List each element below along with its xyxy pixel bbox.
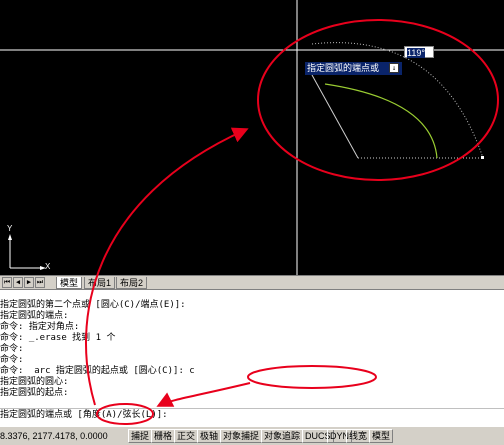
next-tab-button[interactable]: ▶ <box>24 277 34 288</box>
ortho-button[interactable]: 正交 <box>174 429 199 443</box>
otrack-button[interactable]: 对象追踪 <box>261 429 304 443</box>
ucs-x-label: X <box>45 262 51 271</box>
prev-tab-button[interactable]: ◀ <box>13 277 23 288</box>
history-line: 命令: <box>0 355 24 365</box>
model-button[interactable]: 模型 <box>369 429 394 443</box>
history-line: 命令: _.erase 找到 1 个 <box>0 333 116 343</box>
history-line: 指定圆弧的第二个点或 [圆心(C)/端点(E)]: <box>0 300 186 310</box>
dynamic-input-options-icon[interactable]: ↓ <box>389 63 399 73</box>
history-line: 指定圆弧的起点: <box>0 388 69 398</box>
tab-layout2[interactable]: 布局2 <box>116 277 148 289</box>
grid-button[interactable]: 栅格 <box>151 429 176 443</box>
command-window[interactable]: 指定圆弧的第二个点或 [圆心(C)/端点(E)]: 指定圆弧的端点: 命令: 指… <box>0 289 504 427</box>
snap-button[interactable]: 捕捉 <box>128 429 153 443</box>
angle-input[interactable]: 119° <box>404 46 434 58</box>
tab-layout1[interactable]: 布局1 <box>84 277 116 289</box>
polar-button[interactable]: 极轴 <box>197 429 222 443</box>
preview-arc <box>324 83 438 159</box>
command-prompt[interactable]: 指定圆弧的端点或 [角度(A)/弦长(L)]: <box>0 410 168 421</box>
angle-input-value[interactable]: 119° <box>407 48 425 58</box>
drawing-canvas[interactable]: 指定圆弧的端点或 ↓ 119° Y X <box>0 0 504 275</box>
coordinate-readout[interactable]: 8.3376, 2177.4178, 0.0000 <box>0 429 108 443</box>
end-point-marker <box>481 156 484 159</box>
tab-model[interactable]: 模型 <box>56 277 83 289</box>
ucs-y-arrow <box>8 234 12 240</box>
lineweight-button[interactable]: 线宽 <box>346 429 371 443</box>
history-line: 命令: <box>0 344 24 354</box>
layout-tab-bar: ⏮ ◀ ▶ ⏭ 模型 布局1 布局2 <box>0 275 504 290</box>
history-line: 指定圆弧的端点: <box>0 311 69 321</box>
dynamic-input-prompt-text: 指定圆弧的端点或 <box>307 63 380 73</box>
drawing-geometry <box>0 0 504 275</box>
dynamic-input-prompt: 指定圆弧的端点或 <box>305 62 402 75</box>
history-line: 指定圆弧的圆心: <box>0 377 69 387</box>
command-divider <box>0 408 504 409</box>
status-bar: 8.3376, 2177.4178, 0.0000 捕捉 栅格 正交 极轴 对象… <box>0 426 504 445</box>
last-tab-button[interactable]: ⏭ <box>35 277 45 288</box>
construction-arc <box>311 42 484 159</box>
first-tab-button[interactable]: ⏮ <box>2 277 12 288</box>
osnap-button[interactable]: 对象捕捉 <box>220 429 263 443</box>
radius-line <box>311 74 359 159</box>
history-line: 命令: 指定对角点: <box>0 322 80 332</box>
history-line: 命令: arc 指定圆弧的起点或 [圆心(C)]: c <box>0 366 195 376</box>
ucs-y-label: Y <box>7 224 13 233</box>
